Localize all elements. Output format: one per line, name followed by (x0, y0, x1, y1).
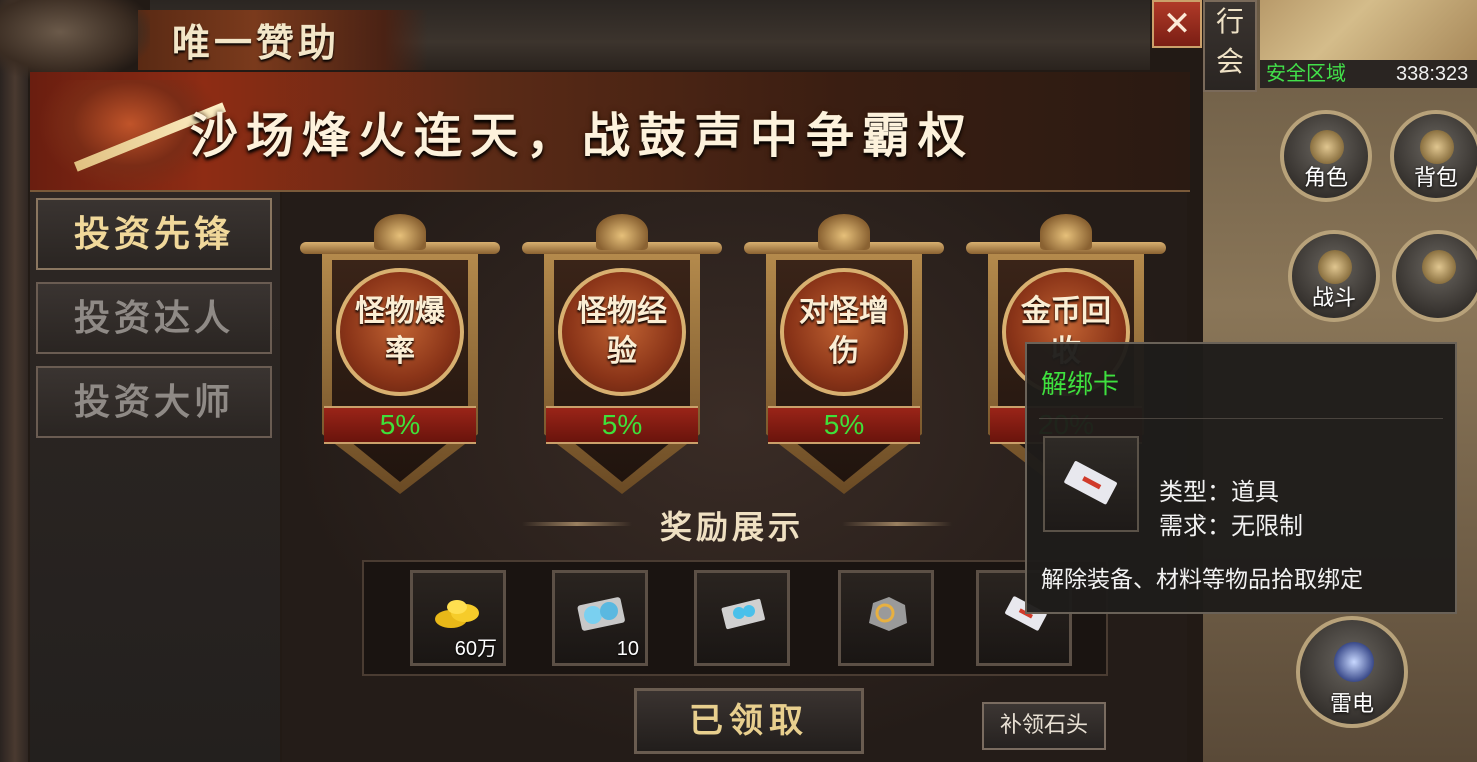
crest-icon (1040, 214, 1092, 250)
guild-tab[interactable]: 行会 (1203, 0, 1257, 92)
tooltip-type: 类型：道具 (1159, 478, 1279, 506)
move-arrows-icon (1422, 250, 1456, 284)
close-button[interactable]: ✕ (1152, 0, 1202, 48)
combat-label: 战斗 (1311, 286, 1356, 311)
bonus-percent: 5% (768, 406, 920, 444)
blue-gem-icon (721, 598, 765, 630)
reward-count: 60万 (454, 638, 497, 660)
bonus-label: 对怪增伤 (780, 268, 908, 396)
helmet-icon (1310, 130, 1344, 164)
tooltip-requirement: 需求：无限制 (1159, 512, 1303, 540)
tooltip-item-slot (1043, 436, 1139, 532)
blue-gem-pack-icon (577, 597, 625, 631)
reward-count: 10 (616, 638, 639, 660)
tab-column: 投资先锋 投资达人 投资大师 (30, 192, 280, 762)
lightning-icon (1334, 642, 1374, 682)
claimed-button[interactable]: 已领取 (634, 688, 864, 754)
gold-coins-icon (435, 600, 479, 628)
reward-list: 60万 10 (362, 560, 1108, 676)
bonus-shield: 怪物经验 5% (522, 200, 722, 500)
bonus-label: 怪物爆率 (336, 268, 464, 396)
tooltip-divider (1039, 418, 1443, 419)
crossed-swords-icon (1318, 250, 1352, 284)
left-dragon-decoration (0, 0, 30, 762)
reward-slot[interactable] (694, 570, 790, 666)
zone-bar: 安全区域 338:323 (1260, 60, 1477, 88)
item-tooltip: 解绑卡 类型：道具 需求：无限制 解除装备、材料等物品拾取绑定 (1025, 342, 1457, 614)
bag-label: 背包 (1413, 166, 1458, 191)
bonus-label: 怪物经验 (558, 268, 686, 396)
combat-button[interactable]: 战斗 (1288, 230, 1380, 322)
title-ornament-left (522, 522, 632, 526)
character-label: 角色 (1303, 166, 1348, 191)
reward-title: 奖励展示 (659, 508, 804, 546)
banner: 沙场烽火连天，战鼓声中争霸权 (30, 72, 1190, 192)
bonus-shield: 怪物爆率 5% (300, 200, 500, 500)
unbind-card-icon (1064, 461, 1117, 505)
tab-investment-master[interactable]: 投资大师 (36, 366, 272, 438)
lightning-skill-button[interactable]: 雷电 (1296, 616, 1408, 728)
tooltip-item-name: 解绑卡 (1041, 370, 1120, 400)
bag-button[interactable]: 背包 (1390, 110, 1477, 202)
lightning-label: 雷电 (1329, 692, 1374, 717)
crest-icon (818, 214, 870, 250)
window-title: 唯一赞助 (172, 20, 341, 65)
title-ornament-right (842, 522, 952, 526)
tab-investment-pioneer[interactable]: 投资先锋 (36, 198, 272, 270)
tab-investment-expert[interactable]: 投资达人 (36, 282, 272, 354)
reclaim-stone-button[interactable]: 补领石头 (982, 702, 1106, 750)
dragon-head-icon (0, 0, 150, 80)
bonus-percent: 5% (546, 406, 698, 444)
ore-stone-icon (869, 597, 907, 631)
crest-icon (596, 214, 648, 250)
reward-slot[interactable]: 60万 (410, 570, 506, 666)
move-button[interactable] (1392, 230, 1477, 322)
coordinates: 338:323 (1396, 63, 1469, 85)
tooltip-description: 解除装备、材料等物品拾取绑定 (1041, 567, 1363, 593)
bonus-shield: 对怪增伤 5% (744, 200, 944, 500)
crest-icon (374, 214, 426, 250)
banner-slogan: 沙场烽火连天，战鼓声中争霸权 (190, 108, 975, 164)
character-button[interactable]: 角色 (1280, 110, 1372, 202)
zone-name: 安全区域 (1266, 63, 1346, 85)
reward-slot[interactable] (838, 570, 934, 666)
minimap[interactable] (1260, 0, 1477, 62)
reward-slot[interactable]: 10 (552, 570, 648, 666)
bonus-percent: 5% (324, 406, 476, 444)
bag-icon (1420, 130, 1454, 164)
